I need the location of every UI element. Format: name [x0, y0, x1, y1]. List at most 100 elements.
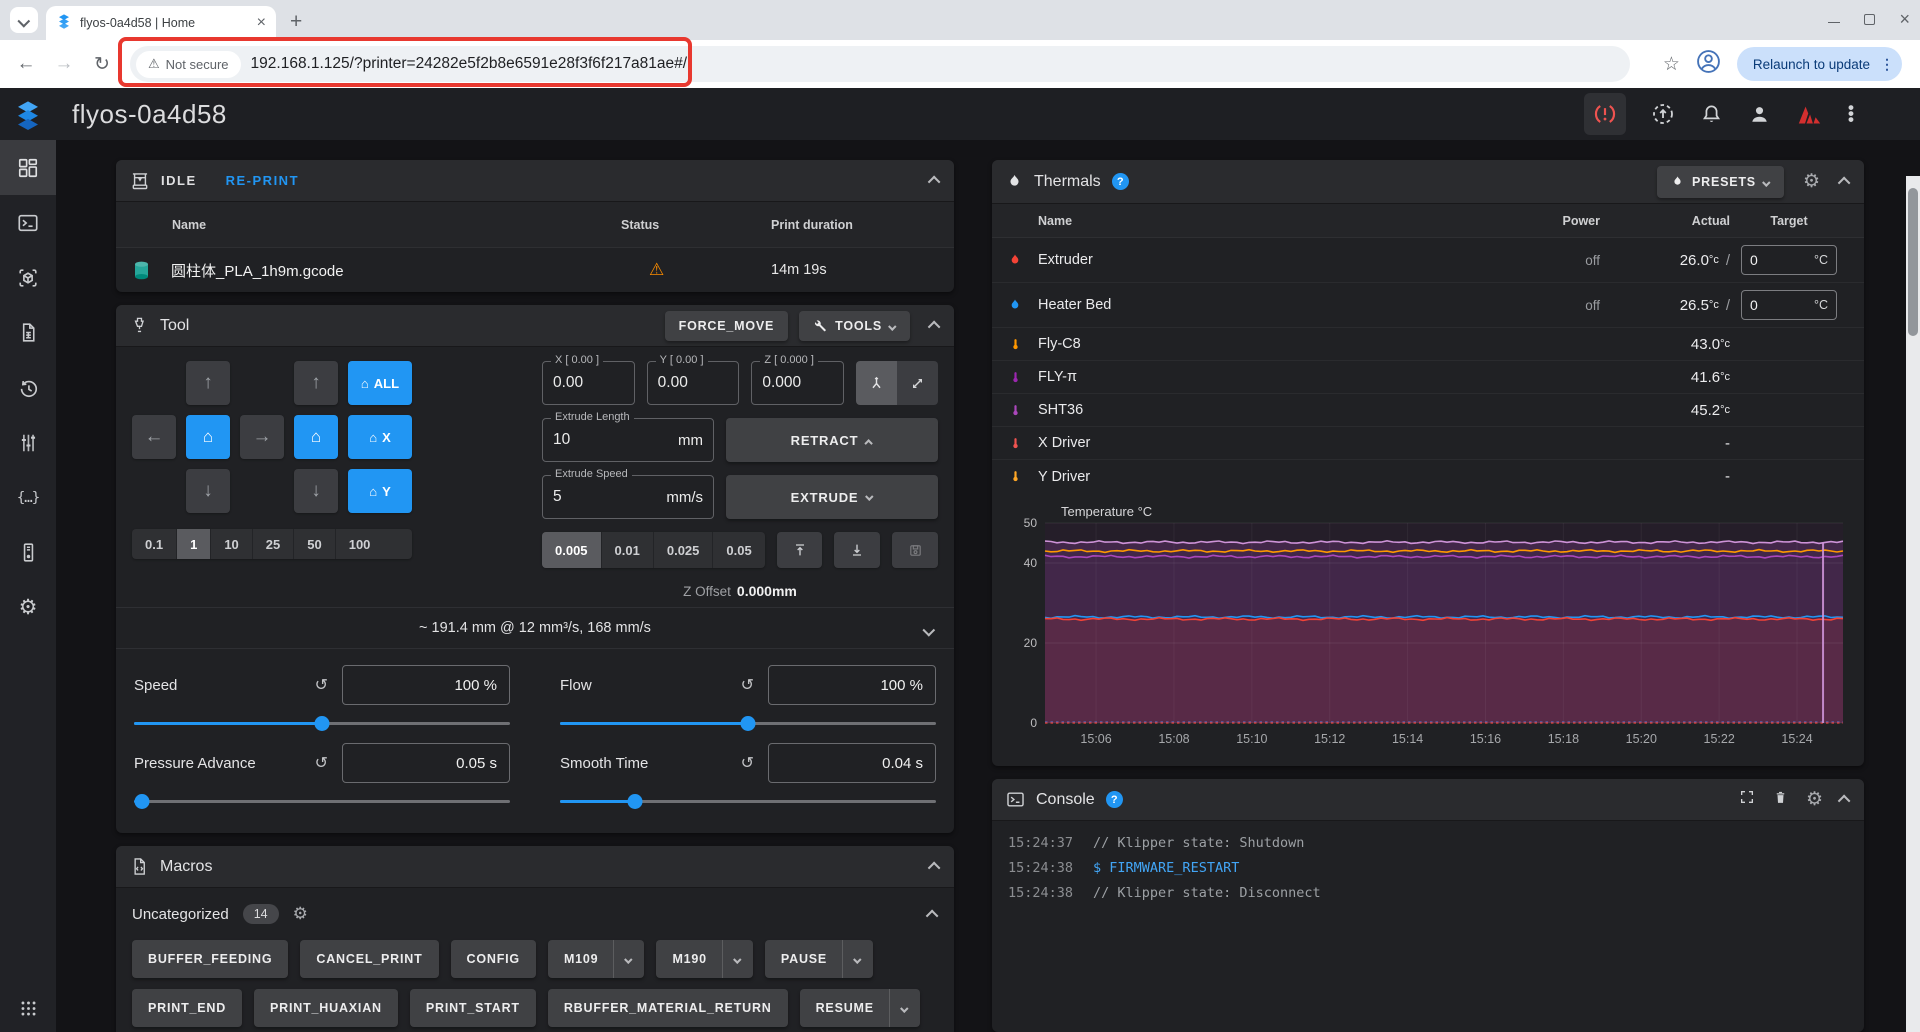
forward-button[interactable]: →	[48, 53, 80, 75]
macro-category-settings-icon[interactable]: ⚙	[293, 904, 308, 924]
security-chip[interactable]: ⚠ Not secure	[136, 51, 241, 78]
position-mode-relative-toggle[interactable]	[897, 361, 938, 405]
tools-dropdown-button[interactable]: TOOLS	[799, 311, 910, 341]
smooth-time-reset-icon[interactable]: ↺	[741, 753, 754, 773]
z-step-0.05[interactable]: 0.05	[713, 532, 764, 568]
thermal-row-sht36[interactable]: SHT36 45.2°c	[992, 394, 1864, 427]
browser-tab[interactable]: flyos-0a4d58 | Home ×	[46, 6, 276, 40]
sidebar-item-gcode-preview[interactable]	[0, 250, 56, 305]
new-tab-button[interactable]: +	[290, 10, 302, 34]
sidebar-item-macros[interactable]: {…}	[0, 470, 56, 525]
relaunch-to-update-button[interactable]: Relaunch to update ⋮	[1737, 47, 1902, 81]
scrollbar-thumb[interactable]	[1908, 188, 1918, 336]
overflow-menu-icon[interactable]: •••	[1848, 105, 1854, 123]
browser-menu-icon[interactable]: ⋮	[1880, 62, 1894, 67]
thermal-row-x-driver[interactable]: X Driver -	[992, 427, 1864, 460]
retract-button[interactable]: RETRACT	[726, 418, 938, 462]
speed-reset-icon[interactable]: ↺	[315, 675, 328, 695]
thermal-row-heater-bed[interactable]: Heater Bed off 26.5°c/ °C	[992, 283, 1864, 328]
y-position-input[interactable]	[658, 374, 729, 392]
sidebar-item-jobs[interactable]	[0, 305, 56, 360]
collapse-thermals-panel-icon[interactable]	[1838, 177, 1851, 190]
move-step-0.1[interactable]: 0.1	[132, 529, 177, 559]
macro-button[interactable]: RBUFFER_MATERIAL_RETURN	[548, 989, 788, 1027]
jog-x-plus-button[interactable]: →	[240, 415, 284, 459]
jog-z-plus-button[interactable]: ↑	[294, 361, 338, 405]
console-clear-trash-icon[interactable]	[1773, 789, 1788, 811]
collapse-macros-panel-icon[interactable]	[928, 862, 941, 875]
pressure-advance-slider[interactable]	[134, 800, 510, 803]
force-move-button[interactable]: FORCE_MOVE	[665, 311, 789, 341]
reprint-button[interactable]: RE-PRINT	[226, 173, 299, 188]
tab-search-button[interactable]	[10, 7, 38, 33]
move-step-100[interactable]: 100	[336, 529, 384, 559]
console-line[interactable]: 15:24:38$ FIRMWARE_RESTART	[1008, 856, 1848, 881]
url-text[interactable]: 192.168.1.125/?printer=24282e5f2b8e6591e…	[251, 55, 688, 73]
window-minimize-button[interactable]	[1828, 22, 1840, 23]
macro-params-chevron[interactable]	[613, 940, 644, 978]
speed-slider[interactable]	[134, 722, 510, 725]
macro-button[interactable]: PRINT_HUAXIAN	[254, 989, 398, 1027]
sidebar-item-history[interactable]	[0, 360, 56, 415]
move-step-25[interactable]: 25	[253, 529, 294, 559]
macro-params-chevron[interactable]	[889, 989, 920, 1027]
macro-params-chevron[interactable]	[842, 940, 873, 978]
page-scrollbar[interactable]	[1906, 176, 1920, 1032]
macro-button[interactable]: CONFIG	[451, 940, 536, 978]
window-close-button[interactable]: ×	[1899, 10, 1910, 28]
tab-close-icon[interactable]: ×	[257, 15, 266, 31]
macro-button[interactable]: CANCEL_PRINT	[300, 940, 438, 978]
collapse-tool-panel-icon[interactable]	[928, 321, 941, 334]
jog-y-plus-button[interactable]: ↑	[186, 361, 230, 405]
z-step-0.025[interactable]: 0.025	[654, 532, 714, 568]
extrude-speed-field[interactable]: Extrude Speed mm/s	[542, 475, 714, 519]
url-bar[interactable]: ⚠ Not secure 192.168.1.125/?printer=2428…	[130, 46, 1630, 82]
reload-button[interactable]: ↻	[86, 53, 118, 76]
back-button[interactable]: ←	[10, 53, 42, 75]
temperature-chart[interactable]: 020405015:0615:0815:1015:1215:1415:1615:…	[992, 493, 1864, 766]
macro-params-chevron[interactable]	[722, 940, 753, 978]
z-position-field[interactable]: Z [ 0.000 ]	[751, 361, 844, 405]
console-help-icon[interactable]: ?	[1106, 791, 1123, 808]
smooth-time-slider[interactable]	[560, 800, 936, 803]
home-x-button[interactable]: ⌂ X	[348, 415, 412, 459]
z-step-0.01[interactable]: 0.01	[602, 532, 654, 568]
app-logo[interactable]	[0, 98, 56, 130]
collapse-macro-category-icon[interactable]	[926, 909, 939, 922]
klipper-brand-icon[interactable]	[1796, 101, 1823, 128]
console-line[interactable]: 15:24:37// Klipper state: Shutdown	[1008, 831, 1848, 856]
macro-button[interactable]: M190	[656, 940, 752, 978]
job-row[interactable]: 圆柱体_PLA_1h9m.gcode ⚠ 14m 19s	[116, 248, 954, 292]
macro-button[interactable]: PAUSE	[765, 940, 873, 978]
macro-button[interactable]: PRINT_START	[410, 989, 536, 1027]
move-step-50[interactable]: 50	[294, 529, 335, 559]
speed-value[interactable]: 100 %	[342, 665, 510, 705]
profile-avatar-icon[interactable]	[1696, 49, 1721, 79]
position-mode-absolute-toggle[interactable]	[856, 361, 897, 405]
pressure-advance-reset-icon[interactable]: ↺	[315, 753, 328, 773]
collapse-console-panel-icon[interactable]	[1838, 795, 1851, 808]
macro-button[interactable]: BUFFER_FEEDING	[132, 940, 288, 978]
console-fullscreen-icon[interactable]	[1739, 789, 1755, 810]
sidebar-item-dashboard[interactable]	[0, 140, 56, 195]
apps-grid-icon[interactable]	[0, 984, 56, 1032]
target-temp-input[interactable]	[1750, 297, 1796, 313]
upload-gcode-icon[interactable]	[1651, 102, 1675, 126]
thermal-row-fly-c8[interactable]: Fly-C8 43.0°c	[992, 328, 1864, 361]
console-line[interactable]: 15:24:38// Klipper state: Disconnect	[1008, 881, 1848, 906]
thermals-help-icon[interactable]: ?	[1112, 173, 1129, 190]
collapse-status-panel-icon[interactable]	[928, 176, 941, 189]
presets-dropdown-button[interactable]: PRESETS	[1657, 166, 1784, 198]
console-log[interactable]: 15:24:37// Klipper state: Shutdown 15:24…	[992, 821, 1864, 981]
macro-button[interactable]: PRINT_END	[132, 989, 242, 1027]
jog-x-minus-button[interactable]: ←	[132, 415, 176, 459]
move-step-10[interactable]: 10	[211, 529, 252, 559]
home-xy-button[interactable]: ⌂	[186, 415, 230, 459]
extrude-length-field[interactable]: Extrude Length mm	[542, 418, 714, 462]
jog-y-minus-button[interactable]: ↓	[186, 469, 230, 513]
bookmark-star-icon[interactable]: ☆	[1663, 53, 1680, 76]
thermal-row-fly-pi[interactable]: FLY-π 41.6°c	[992, 361, 1864, 394]
console-settings-icon[interactable]: ⚙	[1806, 788, 1823, 811]
thermal-row-y-driver[interactable]: Y Driver -	[992, 460, 1864, 493]
z-offset-up-button[interactable]	[777, 532, 823, 568]
